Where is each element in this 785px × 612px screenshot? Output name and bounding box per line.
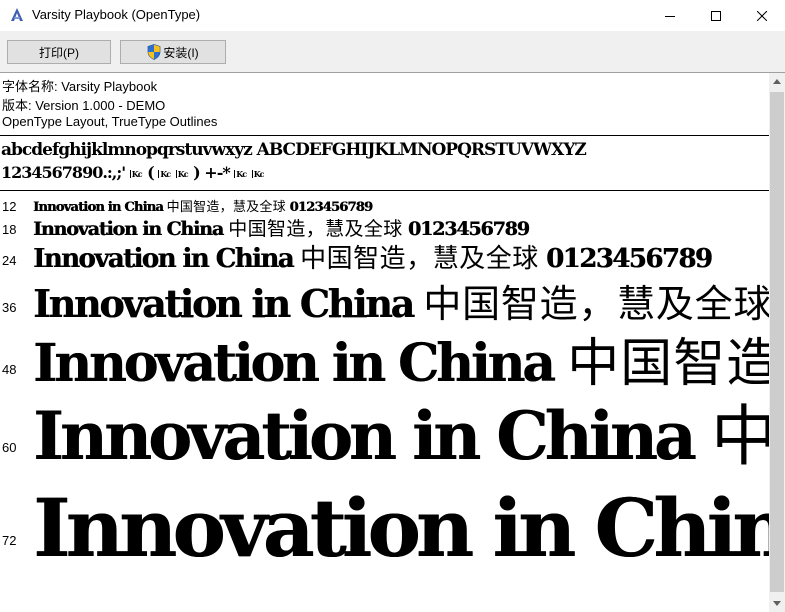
- sample-size-label: 60: [2, 440, 17, 455]
- charset-symbols: +-*: [204, 163, 230, 182]
- scroll-up-button[interactable]: [769, 73, 785, 90]
- window-title: Varsity Playbook (OpenType): [32, 7, 201, 22]
- kc-glyph: Kc: [234, 168, 247, 179]
- sample-cjk: 中国智造，慧及全球: [228, 218, 403, 240]
- kc-glyph: Kc: [129, 168, 143, 179]
- chevron-up-icon: [773, 79, 781, 84]
- scroll-thumb[interactable]: [770, 92, 784, 592]
- layout-line: OpenType Layout, TrueType Outlines: [2, 114, 218, 129]
- print-button-label: 打印(P): [39, 45, 79, 60]
- sample-cjk: 中国智造，慧及全球: [166, 200, 286, 215]
- close-button[interactable]: [739, 0, 785, 31]
- maximize-icon: [711, 10, 721, 21]
- sample-latin: Innovation in China: [33, 218, 224, 240]
- sample-text-36: Innovation in China 中国智造，慧及全球: [33, 273, 769, 328]
- charset-paren-open: (: [147, 163, 155, 182]
- toolbar: 打印(P) 安装(I): [0, 31, 785, 73]
- sample-latin: Innovation in China: [33, 481, 769, 575]
- sample-digits: 0123456789: [407, 218, 530, 240]
- sample-latin: Innovation in China: [33, 200, 164, 215]
- kc-glyph: Kc: [158, 168, 171, 179]
- kc-glyph: Kc: [251, 168, 265, 179]
- divider-top: [0, 135, 769, 136]
- kc-glyph: Kc: [175, 168, 189, 179]
- sample-text-18: Innovation in China 中国智造，慧及全球 0123456789: [33, 214, 530, 241]
- sample-text-72: Innovation in China 中: [33, 464, 769, 580]
- sample-text-12: Innovation in China 中国智造，慧及全球 0123456789: [33, 196, 373, 215]
- sample-digits: 0123456789: [289, 200, 373, 215]
- shield-icon: [147, 44, 161, 60]
- sample-latin: Innovation in China: [33, 244, 294, 274]
- scroll-down-button[interactable]: [769, 595, 785, 612]
- charset-line-digits: 1234567890.:,;' Kc ( Kc Kc ) +-* Kc Kc: [1, 163, 265, 182]
- sample-size-label: 18: [2, 222, 17, 237]
- sample-latin: Innovation in China: [33, 281, 415, 326]
- sample-cjk: 中国智造，慧及全球: [423, 282, 769, 326]
- sample-size-label: 24: [2, 253, 17, 268]
- sample-cjk: 中国智造，慧及全球: [300, 244, 539, 274]
- sample-size-label: 36: [2, 300, 17, 315]
- sample-size-label: 48: [2, 362, 17, 377]
- install-button-label: 安装(I): [163, 45, 199, 60]
- maximize-button[interactable]: [693, 0, 739, 31]
- minimize-button[interactable]: [647, 0, 693, 31]
- chevron-down-icon: [773, 601, 781, 606]
- minimize-icon: [665, 15, 675, 17]
- close-icon: [757, 10, 767, 21]
- divider-bottom: [0, 190, 769, 191]
- print-button[interactable]: 打印(P): [7, 40, 111, 64]
- version-line: 版本: Version 1.000 - DEMO: [2, 98, 166, 113]
- sample-size-label: 12: [2, 199, 17, 214]
- sample-size-label: 72: [2, 533, 17, 548]
- charset-paren-close: ): [193, 163, 201, 182]
- charset-line-letters: abcdefghijklmnopqrstuvwxyz ABCDEFGHIJKLM…: [1, 140, 587, 160]
- charset-digits: 1234567890.:,;': [1, 163, 126, 182]
- scroll-track[interactable]: [769, 90, 785, 595]
- font-app-icon: [11, 8, 23, 21]
- sample-text-24: Innovation in China 中国智造，慧及全球 0123456789: [33, 238, 713, 275]
- vertical-scrollbar[interactable]: [769, 73, 785, 612]
- install-button[interactable]: 安装(I): [120, 40, 226, 64]
- font-name-line: 字体名称: Varsity Playbook: [2, 79, 158, 94]
- title-bar: Varsity Playbook (OpenType): [0, 0, 785, 31]
- sample-digits: 0123456789: [546, 244, 713, 274]
- font-preview-area: 字体名称: Varsity Playbook 版本: Version 1.000…: [0, 73, 769, 612]
